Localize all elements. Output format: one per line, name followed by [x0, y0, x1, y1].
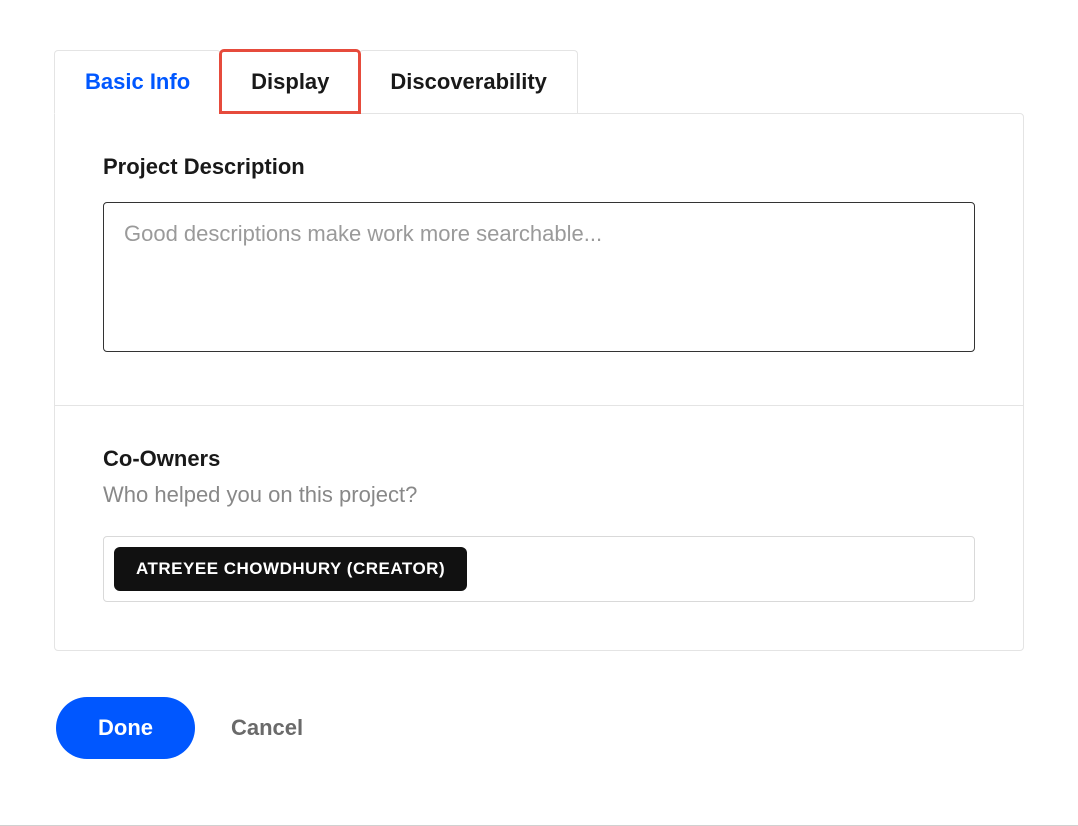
- footer-actions: Done Cancel: [54, 697, 1024, 759]
- done-button[interactable]: Done: [56, 697, 195, 759]
- coowners-label: Co-Owners: [103, 446, 975, 472]
- coowners-input[interactable]: ATREYEE CHOWDHURY (CREATOR): [103, 536, 975, 602]
- tab-display[interactable]: Display: [220, 50, 360, 113]
- cancel-button[interactable]: Cancel: [231, 715, 303, 741]
- tabs-bar: Basic Info Display Discoverability: [54, 50, 1024, 113]
- settings-panel: Basic Info Display Discoverability Proje…: [0, 0, 1078, 759]
- coowner-chip[interactable]: ATREYEE CHOWDHURY (CREATOR): [114, 547, 467, 591]
- tab-content: Project Description Co-Owners Who helped…: [54, 113, 1024, 651]
- description-label: Project Description: [103, 154, 975, 180]
- coowners-section: Co-Owners Who helped you on this project…: [55, 405, 1023, 650]
- tab-discoverability[interactable]: Discoverability: [359, 50, 578, 113]
- description-section: Project Description: [55, 114, 1023, 405]
- tab-basic-info[interactable]: Basic Info: [54, 50, 221, 114]
- description-input[interactable]: [103, 202, 975, 352]
- coowners-sublabel: Who helped you on this project?: [103, 482, 975, 508]
